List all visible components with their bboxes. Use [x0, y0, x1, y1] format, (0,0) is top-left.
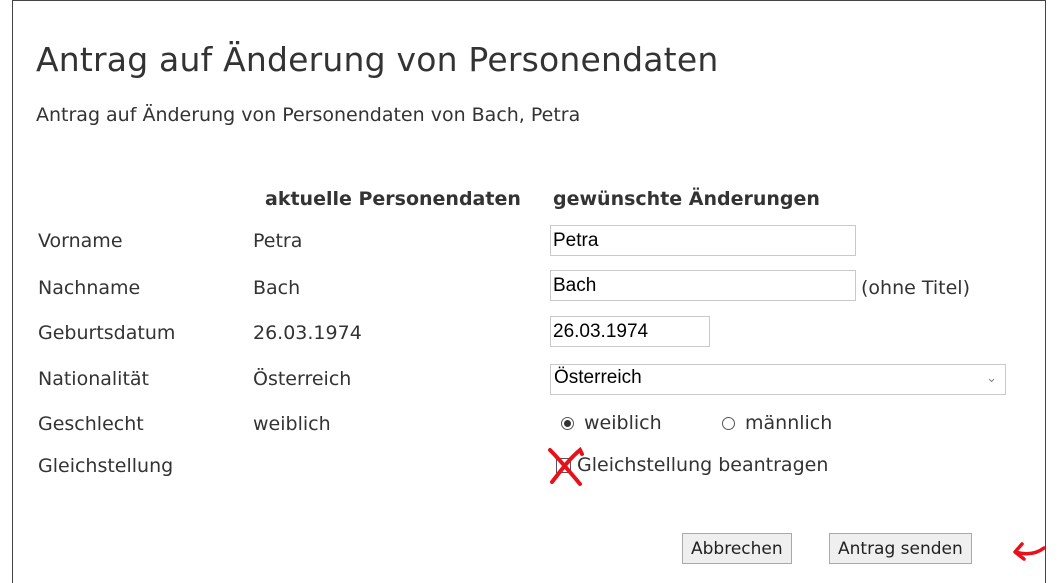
- geburtsdatum-input[interactable]: [550, 316, 710, 347]
- radio-option-male[interactable]: männlich: [722, 412, 832, 434]
- page-subtitle: Antrag auf Änderung von Personendaten vo…: [36, 104, 581, 126]
- gleichstellung-checkbox-label: Gleichstellung beantragen: [577, 454, 829, 476]
- cancel-button[interactable]: Abbrechen: [682, 533, 792, 564]
- label-nachname: Nachname: [38, 277, 141, 299]
- column-header-current: aktuelle Personendaten: [265, 188, 521, 210]
- chevron-down-icon: ⌄: [986, 370, 997, 385]
- label-gleichstellung: Gleichstellung: [38, 455, 174, 477]
- current-geburtsdatum: 26.03.1974: [253, 322, 362, 344]
- nachname-input[interactable]: [550, 270, 856, 301]
- vorname-input[interactable]: [550, 225, 856, 256]
- nationalitaet-select[interactable]: Österreich ⌄: [550, 364, 1006, 395]
- current-vorname: Petra: [253, 230, 303, 252]
- page-title: Antrag auf Änderung von Personendaten: [36, 40, 719, 79]
- label-nationalitaet: Nationalität: [38, 368, 149, 390]
- radio-option-female[interactable]: weiblich: [561, 412, 662, 434]
- radio-female-label: weiblich: [584, 412, 662, 434]
- label-geburtsdatum: Geburtsdatum: [38, 322, 176, 344]
- radio-female[interactable]: [561, 416, 574, 430]
- radio-male[interactable]: [722, 416, 735, 430]
- label-geschlecht: Geschlecht: [38, 413, 144, 435]
- radio-male-label: männlich: [745, 412, 833, 434]
- column-header-requested: gewünschte Änderungen: [553, 188, 820, 210]
- gleichstellung-option[interactable]: Gleichstellung beantragen: [556, 454, 828, 476]
- label-vorname: Vorname: [38, 230, 123, 252]
- nachname-hint: (ohne Titel): [861, 277, 970, 299]
- nationalitaet-selected-value: Österreich: [554, 367, 642, 388]
- current-nachname: Bach: [253, 277, 301, 299]
- current-nationalitaet: Österreich: [253, 368, 352, 390]
- current-geschlecht: weiblich: [253, 413, 331, 435]
- submit-button[interactable]: Antrag senden: [829, 533, 972, 564]
- gleichstellung-checkbox[interactable]: [556, 457, 571, 473]
